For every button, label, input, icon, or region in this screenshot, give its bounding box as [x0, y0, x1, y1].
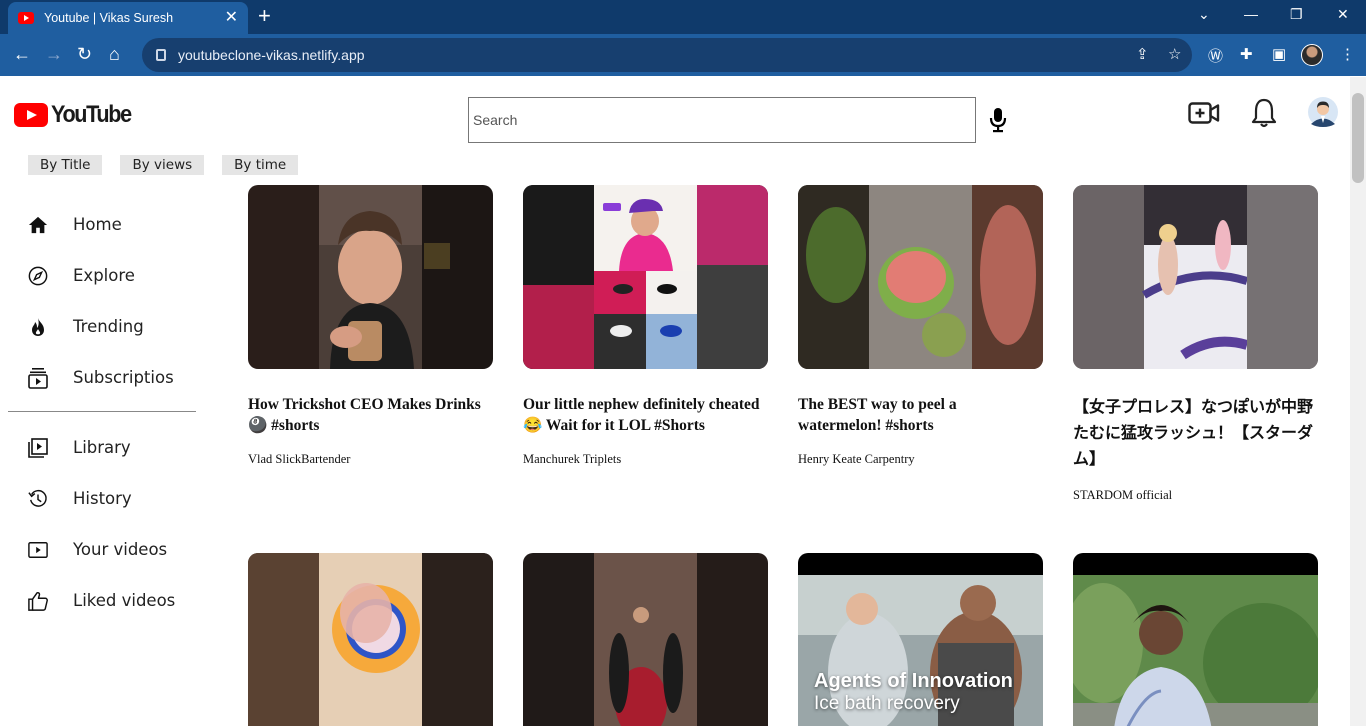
channel-name[interactable]: Henry Keate Carpentry	[798, 452, 1043, 467]
video-thumbnail[interactable]	[523, 553, 768, 726]
extensions-puzzle-icon[interactable]: ✚	[1240, 45, 1253, 63]
channel-name[interactable]: Manchurek Triplets	[523, 452, 768, 467]
compass-icon	[28, 266, 48, 286]
share-icon[interactable]: ⇪	[1136, 45, 1149, 63]
address-bar[interactable]: youtubeclone-vikas.netlify.app	[142, 38, 1192, 72]
video-card[interactable]: 【女子プロレス】なつぽいが中野たむに猛攻ラッシュ！【スターダム】 STARDOM…	[1073, 185, 1318, 503]
sidebar-divider	[8, 411, 196, 412]
create-video-icon[interactable]	[1188, 101, 1220, 125]
video-thumbnail[interactable]: Agents of Innovation Ice bath recovery	[798, 553, 1043, 726]
video-card[interactable]: Agents of Innovation Ice bath recovery	[798, 553, 1043, 726]
url-text: youtubeclone-vikas.netlify.app	[178, 47, 365, 63]
filter-by-title[interactable]: By Title	[28, 155, 103, 175]
video-thumbnail[interactable]	[248, 185, 493, 369]
channel-name[interactable]: Vlad SlickBartender	[248, 452, 493, 467]
tab-search-icon[interactable]: ⌄	[1198, 6, 1210, 23]
thumbnail-overlay-text: Agents of Innovation Ice bath recovery	[814, 670, 1013, 715]
video-title[interactable]: 【女子プロレス】なつぽいが中野たむに猛攻ラッシュ！【スターダム】	[1073, 394, 1318, 472]
library-icon	[28, 437, 48, 458]
video-thumbnail[interactable]	[1073, 185, 1318, 369]
video-thumbnail[interactable]	[523, 185, 768, 369]
home-browser-icon[interactable]: ⌂	[109, 44, 120, 64]
video-thumbnail[interactable]	[248, 553, 493, 726]
video-thumbnail[interactable]	[1073, 553, 1318, 726]
sidebar-item-label: Liked videos	[73, 591, 176, 610]
page-scrollbar[interactable]	[1350, 77, 1366, 726]
sidebar-item-history[interactable]: History	[0, 473, 210, 524]
history-icon	[28, 489, 48, 509]
your-videos-icon	[28, 540, 48, 560]
filter-chips: By Title By views By time	[28, 155, 299, 175]
sidebar-item-home[interactable]: Home	[0, 199, 210, 250]
restore-icon[interactable]: ❐	[1290, 6, 1303, 23]
sidebar-item-label: Library	[73, 438, 131, 457]
search-input[interactable]	[468, 97, 976, 143]
sidebar-item-label: Trending	[73, 317, 144, 336]
video-card[interactable]	[1073, 553, 1318, 726]
lock-icon	[156, 49, 166, 61]
new-tab-icon[interactable]: +	[258, 5, 271, 27]
filter-by-time[interactable]: By time	[222, 155, 299, 175]
sidebar-item-subscriptions[interactable]: Subscriptios	[0, 352, 210, 403]
video-card[interactable]: How Trickshot CEO Makes Drinks 🎱 #shorts…	[248, 185, 493, 467]
browser-tab-bar: Youtube | Vikas Suresh ✕ + ⌄ — ❐ ✕	[0, 0, 1366, 34]
fire-icon	[28, 317, 48, 337]
video-title[interactable]: The BEST way to peel a watermelon! #shor…	[798, 394, 1043, 436]
sidebar-item-label: Home	[73, 215, 122, 234]
close-window-icon[interactable]: ✕	[1337, 6, 1349, 23]
sidebar-item-your-videos[interactable]: Your videos	[0, 524, 210, 575]
sidebar-item-library[interactable]: Library	[0, 422, 210, 473]
sidebar-item-label: Your videos	[73, 540, 168, 559]
back-icon[interactable]: ←	[13, 44, 31, 64]
scrollbar-thumb[interactable]	[1352, 93, 1364, 183]
thumbs-up-icon	[28, 591, 48, 611]
video-title[interactable]: How Trickshot CEO Makes Drinks 🎱 #shorts	[248, 394, 493, 436]
video-card[interactable]	[248, 553, 493, 726]
reload-icon[interactable]: ↻	[77, 44, 92, 64]
close-tab-icon[interactable]: ✕	[225, 10, 238, 26]
overlay-line-2: Ice bath recovery	[814, 693, 960, 714]
sidebar-item-label: Explore	[73, 266, 135, 285]
bookmark-star-icon[interactable]: ☆	[1168, 45, 1181, 63]
extension-w-icon[interactable]: Ⓦ	[1208, 45, 1223, 66]
youtube-logo[interactable]: YouTube	[14, 101, 140, 129]
video-card[interactable]	[523, 553, 768, 726]
youtube-favicon-icon	[18, 12, 34, 24]
video-thumbnail[interactable]	[798, 185, 1043, 369]
sidebar-item-label: Subscriptios	[73, 368, 174, 387]
sidebar-item-trending[interactable]: Trending	[0, 301, 210, 352]
side-panel-icon[interactable]: ▣	[1272, 45, 1286, 63]
user-avatar[interactable]	[1308, 97, 1338, 127]
subscriptions-icon	[28, 367, 48, 389]
page-content: YouTube By Title By views By time Home	[0, 77, 1350, 726]
sidebar: Home Explore Trending Subscriptios Libra…	[0, 199, 210, 626]
browser-tab[interactable]: Youtube | Vikas Suresh ✕	[8, 2, 248, 34]
filter-by-views[interactable]: By views	[120, 155, 205, 175]
sidebar-item-liked-videos[interactable]: Liked videos	[0, 575, 210, 626]
youtube-play-icon	[14, 103, 48, 127]
microphone-icon[interactable]	[988, 107, 1008, 133]
overlay-line-1: Agents of Innovation	[814, 670, 1013, 692]
channel-name[interactable]: STARDOM official	[1073, 488, 1318, 503]
forward-icon[interactable]: →	[45, 44, 63, 64]
logo-text: YouTube	[51, 101, 132, 128]
notifications-bell-icon[interactable]	[1251, 97, 1277, 129]
video-title[interactable]: Our little nephew definitely cheated 😂 W…	[523, 394, 768, 436]
browser-profile-avatar[interactable]	[1301, 44, 1323, 66]
video-card[interactable]: The BEST way to peel a watermelon! #shor…	[798, 185, 1043, 467]
browser-toolbar: ← → ↻ ⌂ youtubeclone-vikas.netlify.app ⇪…	[0, 34, 1366, 76]
sidebar-item-label: History	[73, 489, 132, 508]
tab-title: Youtube | Vikas Suresh	[44, 11, 174, 25]
sidebar-item-explore[interactable]: Explore	[0, 250, 210, 301]
browser-menu-icon[interactable]: ⋮	[1340, 45, 1355, 63]
video-card[interactable]: Our little nephew definitely cheated 😂 W…	[523, 185, 768, 467]
minimize-icon[interactable]: —	[1244, 6, 1258, 22]
home-icon	[28, 215, 48, 235]
